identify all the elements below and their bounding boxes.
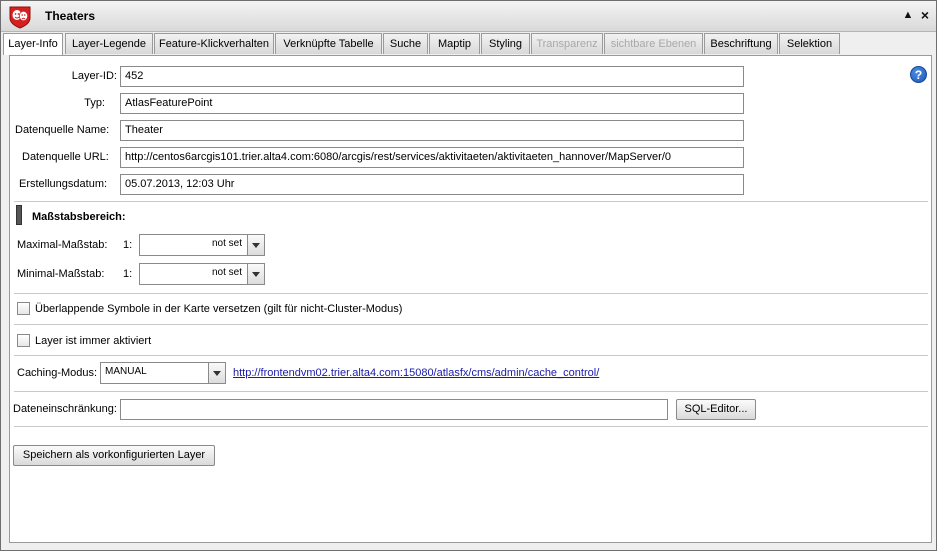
tab-selektion[interactable]: Selektion bbox=[779, 33, 840, 54]
sql-editor-button[interactable]: SQL-Editor... bbox=[676, 399, 756, 420]
layer-id-label: Layer-ID: bbox=[71, 70, 117, 82]
maximal-massstab-prefix: 1: bbox=[123, 239, 133, 251]
minimal-massstab-prefix: 1: bbox=[123, 268, 133, 280]
divider bbox=[14, 201, 928, 202]
typ-field[interactable]: AtlasFeaturePoint bbox=[120, 93, 744, 114]
overlap-checkbox[interactable] bbox=[17, 302, 30, 315]
layer-id-field[interactable]: 452 bbox=[120, 66, 744, 87]
maximal-massstab-value: not set bbox=[211, 238, 242, 249]
minimal-massstab-select[interactable]: not set bbox=[139, 263, 265, 285]
close-icon[interactable]: × bbox=[918, 7, 932, 23]
erstellungsdatum-label: Erstellungsdatum: bbox=[19, 178, 108, 190]
title-bar[interactable]: Theaters ▲ × bbox=[1, 1, 936, 32]
datenquelle-url-label: Datenquelle URL: bbox=[22, 151, 109, 163]
layer-info-panel: Layer-ID: 452 Typ: AtlasFeaturePoint Dat… bbox=[9, 55, 932, 543]
divider bbox=[14, 355, 928, 356]
tab-sichtbare-ebenen: sichtbare Ebenen bbox=[604, 33, 703, 54]
erstellungsdatum-field[interactable]: 05.07.2013, 12:03 Uhr bbox=[120, 174, 744, 195]
tab-layer-legende[interactable]: Layer-Legende bbox=[65, 33, 153, 54]
datenquelle-name-field[interactable]: Theater bbox=[120, 120, 744, 141]
tab-suche[interactable]: Suche bbox=[383, 33, 428, 54]
window-title: Theaters bbox=[45, 9, 96, 23]
caching-modus-select[interactable]: MANUAL bbox=[100, 362, 226, 384]
save-preconfigured-layer-button[interactable]: Speichern als vorkonfigurierten Layer bbox=[13, 445, 215, 466]
datenquelle-name-label: Datenquelle Name: bbox=[15, 124, 110, 136]
datenquelle-url-field[interactable]: http://centos6arcgis101.trier.alta4.com:… bbox=[120, 147, 744, 168]
tab-beschriftung[interactable]: Beschriftung bbox=[704, 33, 778, 54]
caching-modus-label: Caching-Modus: bbox=[17, 367, 98, 379]
chevron-down-icon[interactable] bbox=[247, 264, 264, 284]
theaters-window: Theaters ▲ × Layer-Info Layer-Legende Fe… bbox=[0, 0, 937, 551]
divider bbox=[14, 293, 928, 294]
maximal-massstab-select[interactable]: not set bbox=[139, 234, 265, 256]
tab-layer-info[interactable]: Layer-Info bbox=[3, 33, 63, 55]
typ-label: Typ: bbox=[84, 97, 105, 109]
minimal-massstab-value: not set bbox=[211, 267, 242, 278]
tab-verknuepfte-tabelle[interactable]: Verknüpfte Tabelle bbox=[275, 33, 382, 54]
tab-bar: Layer-Info Layer-Legende Feature-Klickve… bbox=[3, 33, 936, 55]
theater-masks-icon bbox=[9, 5, 31, 29]
always-active-label: Layer ist immer aktiviert bbox=[35, 335, 152, 347]
divider bbox=[14, 426, 928, 427]
maximal-massstab-label: Maximal-Maßstab: bbox=[17, 239, 108, 251]
tab-styling[interactable]: Styling bbox=[481, 33, 530, 54]
minimal-massstab-label: Minimal-Maßstab: bbox=[17, 268, 105, 280]
tab-maptip[interactable]: Maptip bbox=[429, 33, 480, 54]
dateneinschraenkung-field[interactable] bbox=[120, 399, 668, 420]
collapse-icon[interactable]: ▲ bbox=[901, 7, 915, 23]
divider bbox=[14, 324, 928, 325]
caching-modus-value: MANUAL bbox=[105, 366, 147, 377]
divider bbox=[14, 391, 928, 392]
always-active-checkbox[interactable] bbox=[17, 334, 30, 347]
chevron-down-icon[interactable] bbox=[247, 235, 264, 255]
massstabsbereich-title: Maßstabsbereich: bbox=[32, 211, 126, 223]
cache-control-link[interactable]: http://frontendvm02.trier.alta4.com:1508… bbox=[233, 367, 599, 379]
help-icon[interactable]: ? bbox=[910, 66, 927, 83]
tab-transparenz: Transparenz bbox=[531, 33, 603, 54]
overlap-label: Überlappende Symbole in der Karte verset… bbox=[35, 303, 403, 315]
section-marker-icon bbox=[16, 205, 22, 225]
dateneinschraenkung-label: Dateneinschränkung: bbox=[13, 403, 117, 415]
chevron-down-icon[interactable] bbox=[208, 363, 225, 383]
tab-feature-klickverhalten[interactable]: Feature-Klickverhalten bbox=[154, 33, 274, 54]
